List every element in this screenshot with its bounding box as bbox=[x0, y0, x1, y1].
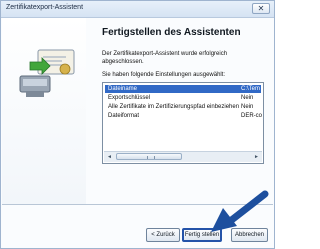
page-title: Fertigstellen des Assistenten bbox=[102, 27, 241, 38]
window-title: Zertifikatexport-Assistent bbox=[6, 4, 84, 11]
horizontal-scrollbar[interactable]: ◄ ► bbox=[104, 151, 262, 162]
scroll-left-icon[interactable]: ◄ bbox=[105, 153, 114, 161]
grip-icon bbox=[147, 156, 155, 159]
completion-message: Der Zertifikatexport-Assistent wurde erf… bbox=[102, 51, 228, 65]
setting-value: C:\Tem bbox=[241, 86, 261, 92]
list-item[interactable]: Dateiname C:\Tem bbox=[105, 85, 261, 93]
pointer-arrow-icon bbox=[211, 190, 269, 232]
scrollbar-thumb[interactable] bbox=[116, 153, 182, 160]
close-button[interactable]: ✕ bbox=[252, 3, 270, 14]
settings-list[interactable]: Dateiname C:\Tem Exportschlüssel Nein Al… bbox=[102, 82, 264, 164]
settings-label: Sie haben folgende Einstellungen ausgewä… bbox=[102, 72, 226, 78]
list-item[interactable]: Alle Zertifikate im Zertifizierungspfad … bbox=[105, 103, 261, 111]
setting-name: Exportschlüssel bbox=[108, 95, 151, 101]
setting-name: Dateiformat bbox=[108, 113, 140, 119]
setting-name: Dateiname bbox=[108, 86, 138, 92]
list-item[interactable]: Dateiformat DER-co bbox=[105, 112, 263, 120]
setting-value: Nein bbox=[241, 104, 254, 110]
title-bar: Zertifikatexport-Assistent ✕ bbox=[1, 1, 274, 18]
wizard-window: Zertifikatexport-Assistent ✕ Fertigstell… bbox=[0, 0, 275, 249]
setting-value: Nein bbox=[241, 95, 254, 101]
back-button[interactable]: < Zurück bbox=[146, 228, 180, 242]
setting-name: Alle Zertifikate im Zertifizierungspfad … bbox=[108, 104, 240, 110]
certificate-export-icon bbox=[19, 49, 75, 97]
setting-value: DER-co bbox=[241, 113, 263, 119]
list-item[interactable]: Exportschlüssel Nein bbox=[105, 94, 261, 102]
wizard-side-panel bbox=[2, 18, 86, 204]
scroll-right-icon[interactable]: ► bbox=[252, 153, 261, 161]
